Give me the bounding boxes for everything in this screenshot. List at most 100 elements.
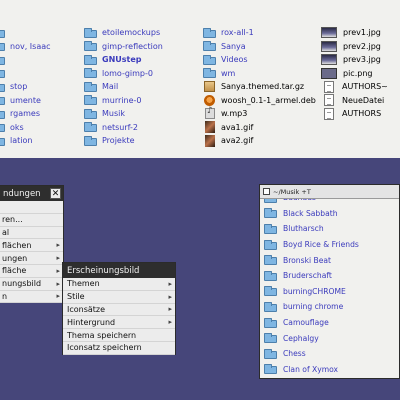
folder-item[interactable]: etoilemockups [84, 26, 163, 40]
menu-item[interactable]: Hintergrund ▸ [63, 316, 175, 330]
folder-item[interactable] [0, 53, 51, 67]
folder-item[interactable] [0, 26, 51, 40]
menu-item[interactable]: nungsbild ▸ [0, 278, 63, 291]
submenu-arrow-icon: ▸ [56, 266, 60, 275]
item-label: w.mp3 [221, 109, 248, 119]
item-label: rox-all-1 [221, 28, 254, 38]
menu-item-label: Themen [67, 279, 100, 289]
folder-item[interactable]: umente [0, 94, 51, 108]
music-folder-item[interactable]: Bronski Beat [264, 252, 359, 268]
folder-icon [264, 270, 277, 281]
music-folder-item[interactable]: burningCHROME [264, 284, 359, 300]
submenu-arrow-icon: ▸ [168, 318, 172, 327]
menu-item[interactable]: ungen ▸ [0, 252, 63, 265]
folder-icon [84, 41, 97, 52]
folder-item[interactable]: gimp-reflection [84, 40, 163, 54]
menu-item[interactable]: Iconsätze ▸ [63, 304, 175, 317]
folder-icon [84, 27, 97, 38]
folder-item[interactable]: stop [0, 80, 51, 94]
menu-item[interactable]: Stile ▸ [63, 291, 175, 304]
file-item[interactable]: Sanya.themed.tar.gz [203, 80, 316, 94]
menu-item[interactable]: fläche ▸ [0, 265, 63, 278]
folder-item[interactable]: nov, Isaac [0, 40, 51, 54]
menu-title: ndungen [3, 188, 41, 199]
file-manager-window: nov, Isaac stop umente rgames oks lation etoi… [0, 0, 400, 158]
item-label: wm [221, 68, 236, 78]
file-item[interactable]: ava1.gif [203, 121, 316, 135]
file-item[interactable]: pic.png [321, 67, 388, 81]
menu-item[interactable]: Thema speichern [63, 329, 175, 342]
file-column-3: rox-all-1 Sanya Videos wm Sanya.themed.tar.g… [203, 26, 316, 148]
folder-icon [203, 68, 216, 79]
window-menu-icon[interactable] [263, 188, 270, 195]
menu-item-label: fläche [2, 266, 27, 276]
file-item[interactable]: w.mp3 [203, 106, 316, 121]
folder-item[interactable]: Projekte [84, 134, 163, 148]
jpg-icon [321, 40, 337, 52]
file-item[interactable]: prev2.jpg [321, 40, 388, 54]
folder-item[interactable]: Mail [84, 80, 163, 94]
music-window-titlebar[interactable]: ~/Musik +T [260, 185, 399, 199]
menu-item[interactable]: Iconsatz speichern [63, 342, 175, 355]
folder-item[interactable]: rox-all-1 [203, 26, 316, 40]
music-folder-item[interactable]: Boyd Rice & Friends [264, 237, 359, 253]
folder-item[interactable]: Videos [203, 53, 316, 67]
item-label: Mail [102, 82, 119, 92]
folder-icon [84, 68, 97, 79]
item-label: umente [10, 95, 41, 105]
file-item[interactable]: woosh_0.1-1_armel.deb [203, 94, 316, 108]
music-folder-item[interactable]: Camouflage [264, 315, 359, 331]
music-folder-item[interactable]: Black Sabbath [264, 206, 359, 222]
folder-item[interactable]: Sanya [203, 40, 316, 54]
gif-icon [205, 134, 215, 147]
item-label: oks [10, 122, 24, 132]
folder-item[interactable]: GNUstep [84, 53, 163, 67]
folder-item[interactable]: netsurf-2 [84, 121, 163, 135]
file-item[interactable]: NeueDatei [321, 94, 388, 108]
menu-item-label: Iconsatz speichern [67, 343, 142, 353]
jpg-icon [321, 27, 337, 39]
folder-icon [0, 43, 5, 52]
folder-item[interactable]: oks [0, 121, 51, 135]
music-folder-item[interactable]: Cephalgy [264, 330, 359, 346]
music-folder-item[interactable]: Blutharsch [264, 221, 359, 237]
file-item[interactable]: ava2.gif [203, 134, 316, 148]
folder-icon [0, 56, 5, 65]
item-label: AUTHORS~ [342, 82, 388, 92]
music-folder-item[interactable]: Combichrist [264, 377, 359, 378]
file-item[interactable]: AUTHORS~ [321, 80, 388, 94]
menu-item[interactable]: al [0, 227, 63, 240]
close-icon[interactable]: ✕ [50, 188, 61, 199]
submenu-arrow-icon: ▸ [56, 241, 60, 250]
music-folder-item[interactable]: Clan of Xymox [264, 362, 359, 378]
menu-item[interactable] [0, 201, 63, 214]
menu-title-bar[interactable]: ndungen ✕ [0, 186, 63, 201]
file-item[interactable]: prev1.jpg [321, 26, 388, 40]
folder-icon [0, 83, 5, 92]
folder-item[interactable]: lation [0, 134, 51, 148]
file-item[interactable]: prev3.jpg [321, 53, 388, 67]
folder-item[interactable] [0, 67, 51, 81]
music-folder-item[interactable]: Bruderschaft [264, 268, 359, 284]
item-label: Sanya.themed.tar.gz [221, 82, 305, 92]
music-folder-item[interactable]: Chess [264, 346, 359, 362]
item-label: prev2.jpg [343, 41, 381, 51]
menu-item[interactable]: ren... [0, 214, 63, 227]
folder-item[interactable]: wm [203, 67, 316, 81]
deb-icon [204, 94, 215, 106]
item-label: AUTHORS [342, 109, 382, 119]
folder-item[interactable]: Musik [84, 107, 163, 121]
audio-icon [205, 106, 215, 120]
music-folder-item[interactable]: burning chrome [264, 299, 359, 315]
submenu-title-bar[interactable]: Erscheinungsbild [63, 263, 175, 278]
file-item[interactable]: AUTHORS [321, 107, 388, 121]
menu-item[interactable]: Themen ▸ [63, 278, 175, 291]
folder-icon [264, 223, 277, 234]
folder-item[interactable]: murrine-0 [84, 94, 163, 108]
music-folder-list: Bauhaus Black Sabbath Blutharsch Boyd Rice … [260, 199, 399, 378]
menu-item[interactable]: n ▸ [0, 291, 63, 304]
menu-item[interactable]: flächen ▸ [0, 239, 63, 253]
music-folder-item[interactable]: Bauhaus [264, 199, 359, 206]
folder-item[interactable]: rgames [0, 107, 51, 121]
folder-item[interactable]: lomo-gimp-0 [84, 67, 163, 81]
